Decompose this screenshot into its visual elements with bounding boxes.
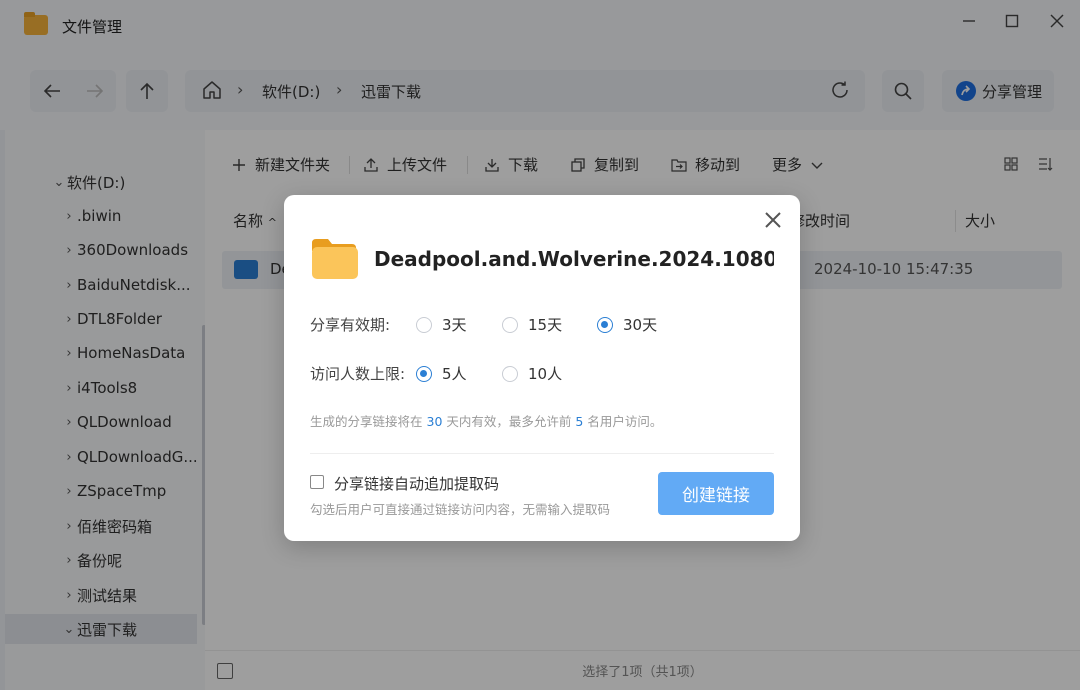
share-hint: 生成的分享链接将在 30 天内有效，最多允许前 5 名用户访问。 — [310, 411, 662, 430]
radio-icon — [416, 316, 432, 333]
radio-icon — [502, 365, 518, 382]
hint-suffix: 名用户访问。 — [587, 414, 663, 429]
radio-label: 5人 — [442, 365, 467, 383]
hint-mid: 天内有效，最多允许前 — [446, 414, 572, 429]
close-icon[interactable] — [762, 209, 784, 231]
radio-label: 3天 — [442, 316, 467, 334]
file-manager-window: 文件管理 › 软件(D:) › 迅雷下载 分享管理 ⌄ 软件(D:) › .bi… — [0, 0, 1080, 690]
auto-code-label[interactable]: 分享链接自动追加提取码 — [334, 473, 499, 494]
create-link-button[interactable]: 创建链接 — [658, 472, 774, 515]
limit-label: 访问人数上限: — [310, 365, 406, 383]
hint-prefix: 生成的分享链接将在 — [310, 414, 423, 429]
radio-label: 15天 — [528, 316, 563, 334]
radio-icon — [502, 316, 518, 333]
validity-label: 分享有效期: — [310, 316, 391, 334]
validity-option-15[interactable]: 15天 — [502, 314, 562, 335]
hint-days: 30 — [426, 414, 443, 429]
validity-option-30[interactable]: 30天 — [597, 314, 657, 335]
limit-option-10[interactable]: 10人 — [502, 363, 562, 384]
radio-label: 30天 — [623, 316, 658, 334]
dialog-divider — [310, 453, 774, 454]
limit-option-5[interactable]: 5人 — [416, 363, 467, 384]
share-dialog: Deadpool.and.Wolverine.2024.1080p.... 分享… — [284, 195, 800, 541]
auto-code-checkbox[interactable] — [310, 475, 324, 489]
folder-icon — [312, 239, 358, 279]
radio-checked-icon — [597, 316, 613, 333]
shared-file-name: Deadpool.and.Wolverine.2024.1080p.... — [374, 247, 774, 271]
validity-option-3[interactable]: 3天 — [416, 314, 467, 335]
radio-checked-icon — [416, 365, 432, 382]
hint-users: 5 — [575, 414, 584, 429]
radio-label: 10人 — [528, 365, 563, 383]
auto-code-description: 勾选后用户可直接通过链接访问内容，无需输入提取码 — [310, 502, 611, 517]
